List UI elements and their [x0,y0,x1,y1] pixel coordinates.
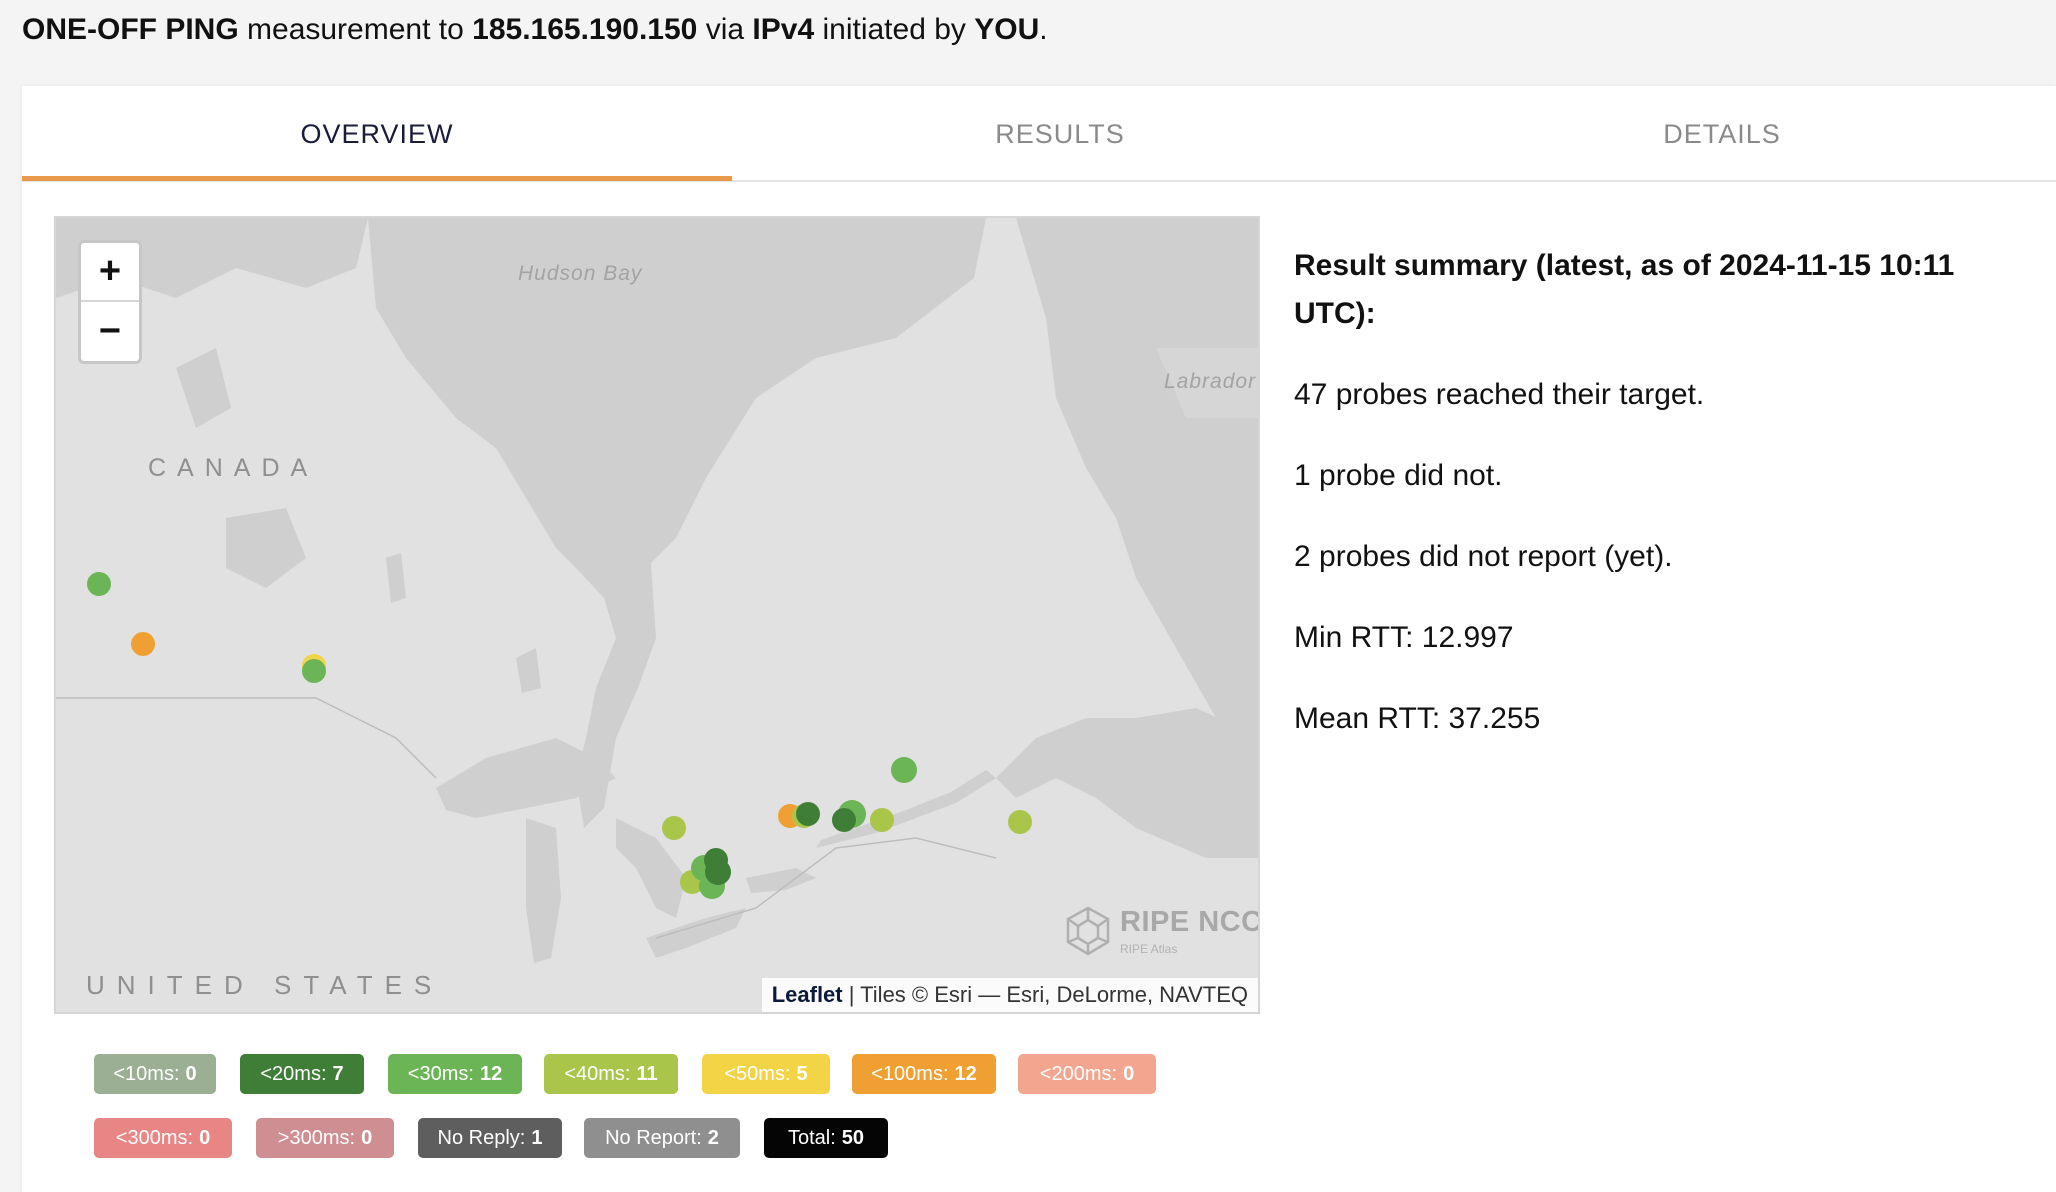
ripe-ncc-watermark: RIPE NCC RIPE Atlas [1056,904,1258,964]
summary-not-reached: 1 probe did not. [1294,459,1503,492]
probe-marker[interactable] [891,757,917,783]
legend-badge-lt50[interactable]: <50ms: 5 [702,1054,830,1094]
map-label-united-states: UNITED STATES [86,970,444,1000]
measurement-target: 185.165.190.150 [472,13,698,46]
active-tab-indicator [22,176,732,181]
summary-min-rtt: Min RTT: 12.997 [1294,621,1514,654]
map-label-hudson-bay: Hudson Bay [518,262,643,285]
leaflet-link[interactable]: Leaflet [772,982,843,1007]
summary-not-reported: 2 probes did not report (yet). [1294,540,1673,573]
legend-badge-lt30[interactable]: <30ms: 12 [388,1054,522,1094]
probe-marker[interactable] [832,808,856,832]
heading-text: via [705,13,745,46]
probe-marker[interactable] [796,802,820,826]
ripe-logo-icon [1066,906,1110,956]
measurement-card: OVERVIEW RESULTS DETAILS Hudson Bay Labr… [22,86,2056,1192]
measurement-protocol: IPv4 [752,13,815,46]
probe-marker[interactable] [131,632,155,656]
legend-badge-lt100[interactable]: <100ms: 12 [852,1054,996,1094]
summary-mean-rtt: Mean RTT: 37.255 [1294,702,1541,735]
legend-badge-total[interactable]: Total: 50 [764,1118,888,1158]
tab-bar: OVERVIEW RESULTS DETAILS [22,86,2056,182]
map-label-labrador: Labrador [1164,370,1257,393]
legend-badge-lt200[interactable]: <200ms: 0 [1018,1054,1156,1094]
tab-overview[interactable]: OVERVIEW [22,86,732,182]
legend-badge-lt300[interactable]: <300ms: 0 [94,1118,232,1158]
probe-marker[interactable] [87,572,111,596]
probe-marker[interactable] [870,808,894,832]
measurement-type: ONE-OFF PING [22,13,239,46]
heading-text: measurement to [247,13,464,46]
tiles-credit: | Tiles © Esri — Esri, DeLorme, NAVTEQ [842,982,1248,1007]
ripe-atlas-name: RIPE Atlas [1120,942,1178,956]
zoom-out-button[interactable]: − [81,303,139,361]
heading-text: initiated by [822,13,966,46]
map-attribution: Leaflet | Tiles © Esri — Esri, DeLorme, … [761,978,1258,1012]
legend-badge-no-report[interactable]: No Report: 2 [584,1118,740,1158]
summary-title: Result summary (latest, as of 2024-11-15… [1294,249,1955,330]
tab-details[interactable]: DETAILS [1388,86,2056,182]
probe-map[interactable]: Hudson Bay Labrador CANADA UNITED STATES… [54,216,1260,1014]
page-heading: ONE-OFF PING measurement to 185.165.190.… [22,10,1048,50]
legend-badge-no-reply[interactable]: No Reply: 1 [418,1118,562,1158]
zoom-in-button[interactable]: + [81,243,139,302]
tab-results[interactable]: RESULTS [732,86,1388,182]
map-tiles [56,218,1258,1012]
legend-badge-lt40[interactable]: <40ms: 11 [544,1054,678,1094]
probe-marker[interactable] [705,859,731,885]
probe-marker[interactable] [1008,810,1032,834]
result-summary: Result summary (latest, as of 2024-11-15… [1294,242,2034,743]
ripe-ncc-name: RIPE NCC [1120,906,1260,938]
legend-badge-lt10[interactable]: <10ms: 0 [94,1054,216,1094]
legend-badge-lt20[interactable]: <20ms: 7 [240,1054,364,1094]
heading-period: . [1039,13,1048,46]
zoom-control: + − [78,240,142,364]
legend-badge-gt300[interactable]: >300ms: 0 [256,1118,394,1158]
measurement-initiator: YOU [974,13,1040,46]
summary-reached: 47 probes reached their target. [1294,378,1705,411]
probe-marker[interactable] [662,816,686,840]
map-label-canada: CANADA [148,454,319,482]
probe-marker[interactable] [302,659,326,683]
